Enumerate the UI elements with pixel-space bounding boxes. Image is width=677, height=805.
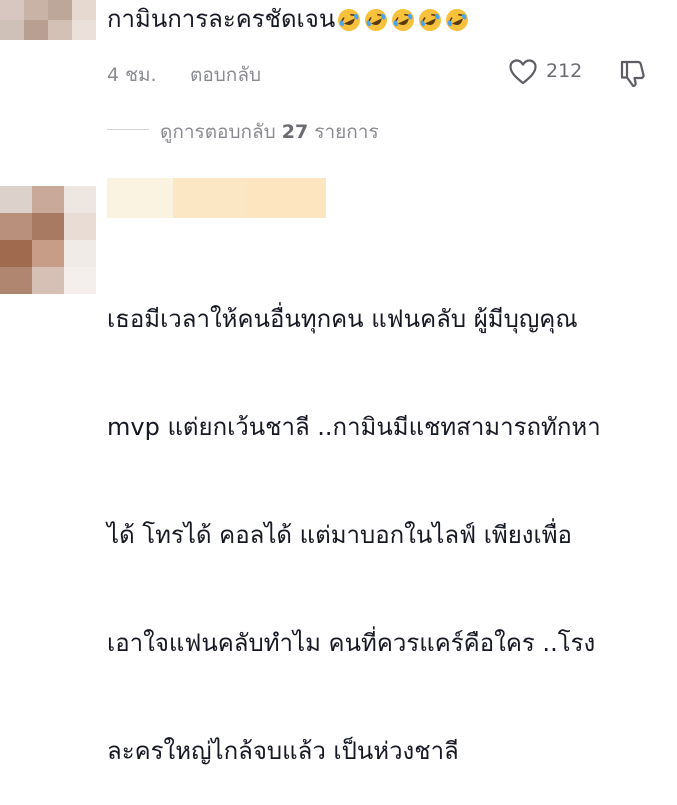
commenter-avatar-blurred[interactable] [0,186,96,294]
view-replies-button[interactable]: ดูการตอบกลับ 27 รายการ [160,117,379,147]
heart-outline-icon[interactable] [508,58,538,86]
comment-text: กามินการละครชัดเจน [107,4,469,34]
laughing-emoji-icon [365,9,388,31]
comment-timestamp: 4 ชม. [107,64,157,86]
comment-line: ได้ โทรได้ คอลได้ แต่มาบอกในไลฟ์ เพียงเพ… [107,521,572,549]
reply-button[interactable]: ตอบกลับ [190,60,261,90]
replies-suffix: รายการ [314,121,379,143]
commenter-avatar-blurred[interactable] [0,0,96,40]
laughing-emoji-icon [419,9,442,31]
comment-body: กามินการละครชัดเจน [107,5,336,33]
replies-count: 27 [281,121,309,143]
comment-line: mvp แต่ยกเว้นชาลี ..กามินมีแชทสามารถทักห… [107,413,601,441]
like-count: 212 [546,60,583,82]
replies-divider [107,129,149,130]
comment-text: เธอมีเวลาให้คนอื่นทุกคน แฟนคลับ ผู้มีบุญ… [107,229,601,805]
view-replies-label: ดูการตอบกลับ [160,121,276,143]
comment-line: ละครใหญ่ไกล้จบแล้ว เป็นห่วงชาลี [107,737,459,765]
laughing-emoji-icon [446,9,469,31]
laughing-emoji-icon [392,9,415,31]
comment-line: เอาใจแฟนคลับทำไม คนที่ควรแคร์คือใคร ..โร… [107,629,596,657]
emoji-group [337,8,469,32]
laughing-emoji-icon [338,9,361,31]
comment-line: เธอมีเวลาให้คนอื่นทุกคน แฟนคลับ ผู้มีบุญ… [107,305,578,333]
thumbs-down-outline-icon[interactable] [618,58,646,88]
